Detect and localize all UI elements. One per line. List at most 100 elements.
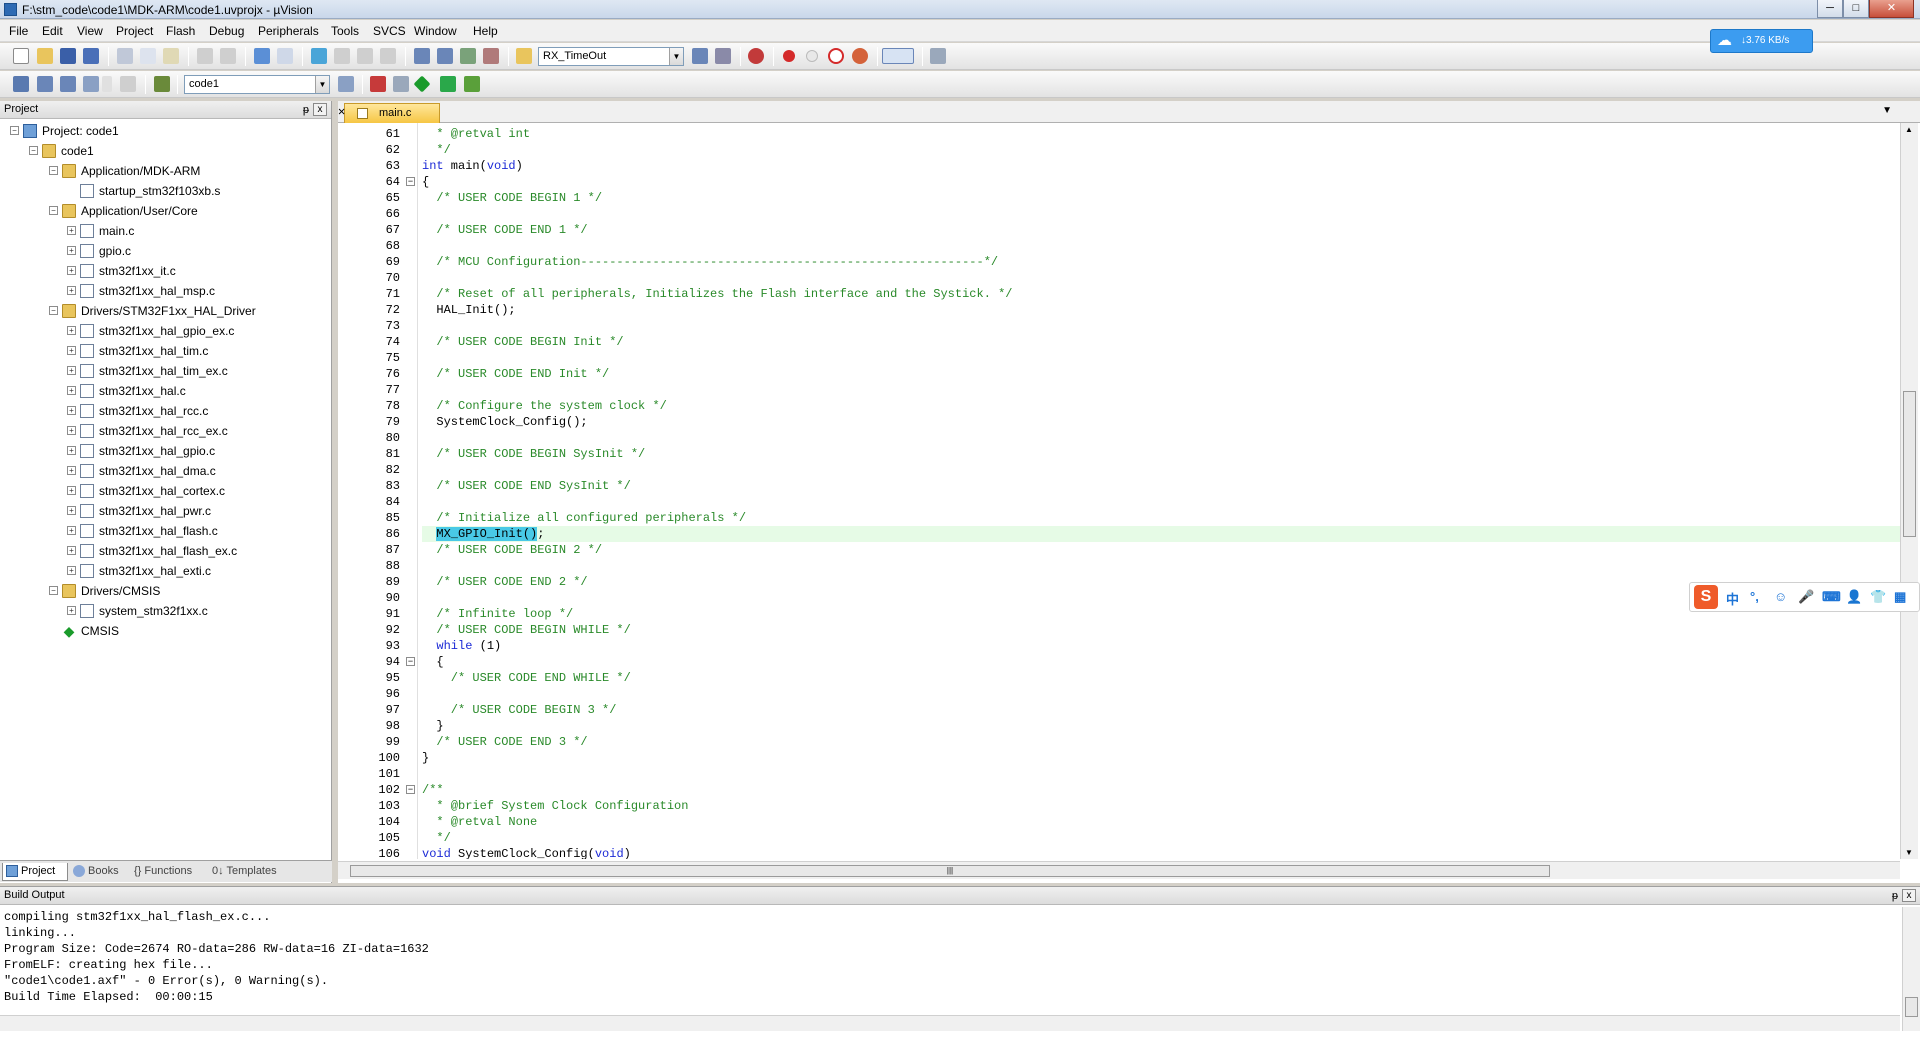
chevron-down-icon[interactable]: ▼: [669, 48, 683, 65]
code-line[interactable]: [422, 558, 1900, 574]
tree-item[interactable]: + stm32f1xx_hal_cortex.c: [0, 481, 328, 501]
code-line[interactable]: [422, 494, 1900, 510]
expand-icon[interactable]: +: [67, 386, 76, 395]
unindent-icon[interactable]: [437, 48, 453, 64]
tree-item[interactable]: + system_stm32f1xx.c: [0, 601, 328, 621]
user-icon[interactable]: 👤: [1846, 589, 1862, 605]
find-in-files-icon[interactable]: [516, 48, 532, 64]
code-line[interactable]: [422, 590, 1900, 606]
code-line[interactable]: [422, 766, 1900, 782]
build-horizontal-scrollbar[interactable]: [0, 1015, 1900, 1031]
collapse-icon[interactable]: −: [49, 206, 58, 215]
redo-icon[interactable]: [220, 48, 236, 64]
tree-item[interactable]: + stm32f1xx_hal_flash.c: [0, 521, 328, 541]
tree-item[interactable]: + main.c: [0, 221, 328, 241]
code-area[interactable]: * @retval int */int main(void){ /* USER …: [422, 123, 1900, 859]
expand-icon[interactable]: +: [67, 446, 76, 455]
expand-icon[interactable]: +: [67, 326, 76, 335]
tree-item[interactable]: + stm32f1xx_hal_gpio.c: [0, 441, 328, 461]
open-file-icon[interactable]: [37, 48, 53, 64]
menu-help[interactable]: Help: [473, 24, 498, 38]
insert-bookmark-icon[interactable]: [311, 48, 327, 64]
insert-breakpoint-icon[interactable]: [783, 50, 795, 62]
tab-books[interactable]: Books: [70, 863, 132, 881]
code-line[interactable]: /* USER CODE BEGIN WHILE */: [422, 622, 1900, 638]
collapse-icon[interactable]: −: [49, 586, 58, 595]
tree-item[interactable]: + stm32f1xx_hal_flash_ex.c: [0, 541, 328, 561]
menu-flash[interactable]: Flash: [166, 24, 195, 38]
code-line[interactable]: /* Initialize all configured peripherals…: [422, 510, 1900, 526]
code-line[interactable]: int main(void): [422, 158, 1900, 174]
code-line[interactable]: * @retval int: [422, 126, 1900, 142]
close-panel-button[interactable]: x: [313, 103, 327, 116]
code-line[interactable]: */: [422, 830, 1900, 846]
tab-list-chevron-icon[interactable]: ▼: [1882, 105, 1892, 116]
expand-icon[interactable]: +: [67, 506, 76, 515]
new-file-icon[interactable]: [13, 48, 29, 64]
code-line[interactable]: * @retval None: [422, 814, 1900, 830]
tree-item[interactable]: + stm32f1xx_hal_gpio_ex.c: [0, 321, 328, 341]
menu-view[interactable]: View: [77, 24, 103, 38]
find-combo[interactable]: RX_TimeOut ▼: [538, 47, 684, 66]
code-line[interactable]: /* USER CODE END 1 */: [422, 222, 1900, 238]
code-line[interactable]: */: [422, 142, 1900, 158]
code-line[interactable]: {: [422, 654, 1900, 670]
toolbox-icon[interactable]: ▦: [1894, 589, 1906, 605]
indent-icon[interactable]: [414, 48, 430, 64]
minimize-button[interactable]: ─: [1817, 0, 1843, 18]
code-line[interactable]: [422, 382, 1900, 398]
code-line[interactable]: [422, 270, 1900, 286]
code-line[interactable]: [422, 238, 1900, 254]
menu-window[interactable]: Window: [414, 24, 457, 38]
expand-icon[interactable]: +: [67, 546, 76, 555]
expand-icon[interactable]: +: [67, 346, 76, 355]
kill-breakpoints-icon[interactable]: [852, 48, 868, 64]
code-line[interactable]: /* USER CODE BEGIN SysInit */: [422, 446, 1900, 462]
code-line[interactable]: /* USER CODE END SysInit */: [422, 478, 1900, 494]
keyboard-icon[interactable]: ⌨: [1822, 589, 1841, 605]
menu-project[interactable]: Project: [116, 24, 153, 38]
expand-icon[interactable]: +: [67, 406, 76, 415]
save-all-icon[interactable]: [83, 48, 99, 64]
save-icon[interactable]: [60, 48, 76, 64]
tree-item[interactable]: − Drivers/CMSIS: [0, 581, 328, 601]
incremental-find-icon[interactable]: [715, 48, 731, 64]
tree-item[interactable]: + stm32f1xx_hal.c: [0, 381, 328, 401]
collapse-icon[interactable]: −: [49, 166, 58, 175]
expand-icon[interactable]: +: [67, 526, 76, 535]
menu-edit[interactable]: Edit: [42, 24, 63, 38]
expand-icon[interactable]: +: [67, 286, 76, 295]
manage-run-time-environment-icon[interactable]: [413, 75, 431, 93]
tree-item[interactable]: + stm32f1xx_hal_pwr.c: [0, 501, 328, 521]
batch-build-dropdown-icon[interactable]: [102, 76, 112, 92]
tree-item[interactable]: + stm32f1xx_hal_rcc_ex.c: [0, 421, 328, 441]
code-line[interactable]: [422, 350, 1900, 366]
ime-punctuation-toggle[interactable]: °,: [1750, 589, 1759, 604]
code-line[interactable]: /* USER CODE END Init */: [422, 366, 1900, 382]
chevron-down-icon[interactable]: ▼: [315, 76, 329, 93]
scroll-down-icon[interactable]: ▼: [1905, 848, 1913, 857]
skin-icon[interactable]: 👕: [1870, 589, 1886, 605]
code-line[interactable]: /* MCU Configuration--------------------…: [422, 254, 1900, 270]
editor-horizontal-scrollbar[interactable]: |||: [338, 861, 1900, 879]
pin-icon[interactable]: ᵽ: [1892, 888, 1898, 905]
build-output-text[interactable]: compiling stm32f1xx_hal_flash_ex.c... lin…: [4, 909, 1894, 1009]
menu-file[interactable]: File: [9, 24, 28, 38]
expand-icon[interactable]: +: [67, 486, 76, 495]
tree-item[interactable]: − Drivers/STM32F1xx_HAL_Driver: [0, 301, 328, 321]
emoji-icon[interactable]: ☺: [1774, 589, 1787, 604]
stop-build-icon[interactable]: [120, 76, 136, 92]
navigate-forward-icon[interactable]: [277, 48, 293, 64]
maximize-button[interactable]: □: [1843, 0, 1869, 18]
tree-item[interactable]: + stm32f1xx_hal_tim.c: [0, 341, 328, 361]
tree-item[interactable]: − Project: code1: [0, 121, 328, 141]
collapse-icon[interactable]: −: [49, 306, 58, 315]
microphone-icon[interactable]: 🎤: [1798, 589, 1814, 605]
manage-project-items-icon[interactable]: [370, 76, 386, 92]
previous-bookmark-icon[interactable]: [334, 48, 350, 64]
code-line[interactable]: /* Infinite loop */: [422, 606, 1900, 622]
code-line[interactable]: /* Reset of all peripherals, Initializes…: [422, 286, 1900, 302]
code-line[interactable]: /**: [422, 782, 1900, 798]
code-line[interactable]: while (1): [422, 638, 1900, 654]
sogou-logo-icon[interactable]: S: [1694, 585, 1718, 609]
